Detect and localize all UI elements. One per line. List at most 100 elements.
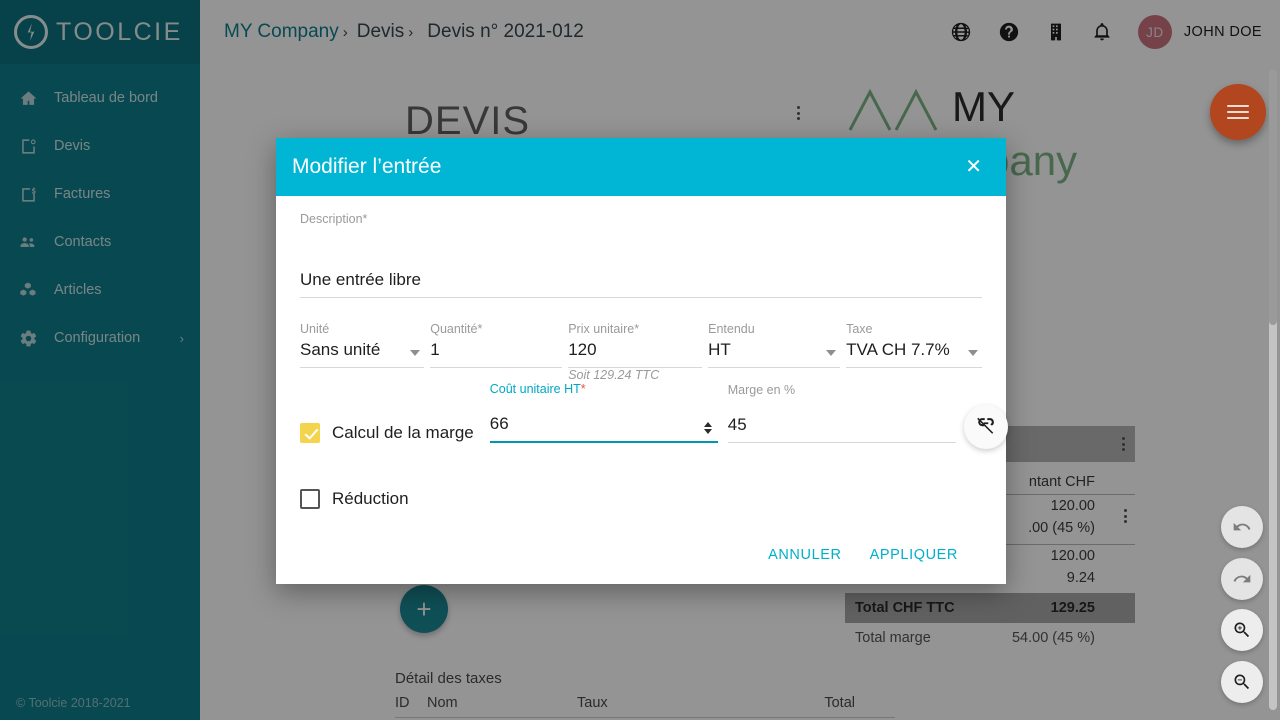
hamburger-menu-icon [1227, 101, 1249, 123]
page-scrollbar[interactable] [1269, 70, 1277, 710]
breadcrumb-item-devis[interactable]: Devis [357, 21, 405, 43]
unlink-margin-button[interactable] [964, 405, 1008, 449]
chevron-right-icon: › [342, 23, 348, 41]
undo-button[interactable] [1221, 506, 1263, 548]
link-off-icon [975, 414, 997, 441]
reduction-row: Réduction [300, 489, 982, 509]
calcul-marge-checkbox[interactable] [300, 423, 320, 443]
taxes-col-nom: Nom [427, 695, 458, 711]
dialog-actions: ANNULER APPLIQUER [300, 523, 982, 563]
sidebar-item-label: Contacts [54, 234, 112, 250]
apply-button[interactable]: APPLIQUER [870, 547, 958, 563]
kebab-icon[interactable] [1124, 509, 1127, 523]
description-label-text: Description [300, 212, 363, 226]
company-word-my: MY [952, 83, 1015, 130]
zoom-out-button[interactable] [1221, 661, 1263, 703]
prix-unitaire-label-text: Prix unitaire [568, 322, 635, 336]
cout-unitaire-label-text: Coût unitaire HT [489, 382, 581, 396]
cout-unitaire-label: Coût unitaire HT* [490, 382, 586, 396]
people-icon [16, 230, 40, 254]
calcul-marge-label: Calcul de la marge [332, 423, 474, 442]
home-icon [16, 86, 40, 110]
quantite-input[interactable] [430, 336, 563, 368]
marge-pourcent-field-group: Marge en % [727, 383, 956, 443]
invoice-dollar-icon [16, 182, 40, 206]
ttc-hint: Soit 129.24 TTC [568, 368, 660, 382]
scrollbar-thumb[interactable] [1269, 70, 1277, 325]
sidebar-item-label: Tableau de bord [54, 90, 158, 106]
marge-pourcent-label: Marge en % [727, 383, 796, 397]
sidebar-item-contacts[interactable]: Contacts [0, 218, 200, 266]
description-input[interactable] [300, 266, 982, 298]
reduction-checkbox[interactable] [300, 489, 320, 509]
quote-document-icon [16, 134, 40, 158]
sidebar-item-factures[interactable]: Factures [0, 170, 200, 218]
breadcrumb-item-company[interactable]: MY Company [224, 21, 339, 43]
cubes-icon [16, 278, 40, 302]
right-action-rail [1200, 0, 1280, 720]
required-mark: * [362, 212, 368, 226]
close-icon[interactable]: ✕ [965, 157, 982, 177]
taxe-select[interactable] [846, 336, 982, 368]
toolcie-logo-icon [14, 15, 48, 49]
totals-margin-value: 54.00 (45 %) [1011, 630, 1095, 646]
bell-icon[interactable] [1092, 21, 1112, 43]
kebab-icon [797, 106, 800, 120]
gear-icon [16, 326, 40, 350]
globe-icon[interactable] [950, 21, 972, 43]
chevron-down-icon[interactable] [826, 350, 837, 356]
required-mark: * [634, 322, 640, 336]
redo-button[interactable] [1221, 558, 1263, 600]
marge-pourcent-input[interactable] [727, 411, 956, 443]
sidebar-item-label: Factures [54, 186, 111, 202]
sidebar-item-articles[interactable]: Articles [0, 266, 200, 314]
totals-margin-label: Total marge [855, 630, 931, 646]
sidebar-item-tableau-de-bord[interactable]: Tableau de bord [0, 74, 200, 122]
taxes-col-id: ID [395, 695, 410, 711]
floating-menu-button[interactable] [1210, 84, 1266, 140]
document-menu-button[interactable] [797, 106, 800, 120]
dialog-body: Description* Unité Quantité* [276, 196, 1008, 584]
sidebar-item-label: Configuration [54, 330, 141, 346]
description-field-group: Description* [300, 212, 982, 298]
zoom-out-icon [1232, 672, 1252, 692]
zoom-in-button[interactable] [1221, 609, 1263, 651]
number-spinner[interactable] [703, 422, 712, 434]
dialog-header: Modifier l’entrée ✕ [276, 138, 1006, 196]
chevron-right-icon: › [408, 23, 414, 41]
entry-fields-row: Unité Quantité* Prix unitaire* [300, 322, 982, 382]
reduction-label: Réduction [332, 489, 409, 508]
help-circle-icon[interactable] [998, 21, 1020, 43]
sidebar-footer-copyright: © Toolcie 2018-2021 [16, 696, 131, 710]
quantite-label-text: Quantité [430, 322, 478, 336]
required-mark: * [580, 382, 586, 396]
breadcrumb-item-current: Devis n° 2021-012 [427, 21, 584, 42]
add-line-button[interactable]: + [400, 585, 448, 633]
sidebar: TOOLCIE Tableau de bord Devis Factures C… [0, 0, 200, 720]
required-mark: * [477, 322, 483, 336]
sidebar-item-devis[interactable]: Devis [0, 122, 200, 170]
chevron-down-icon[interactable] [967, 350, 978, 356]
brand-name: TOOLCIE [56, 17, 183, 46]
kebab-icon[interactable] [1122, 437, 1125, 451]
chevron-right-icon: › [179, 330, 184, 346]
undo-arrow-icon [1232, 517, 1252, 537]
quantite-field-group: Quantité* [430, 322, 563, 368]
unite-select[interactable] [300, 336, 425, 368]
prix-unitaire-input[interactable] [568, 336, 703, 368]
sidebar-item-label: Devis [54, 138, 91, 154]
totals-margin-row: Total marge 54.00 (45 %) [845, 623, 1135, 646]
edit-entry-dialog: Modifier l’entrée ✕ Description* Unité [276, 138, 1008, 584]
entendu-label: Entendu [708, 322, 755, 336]
brand-logo[interactable]: TOOLCIE [0, 0, 200, 64]
app-root: TOOLCIE Tableau de bord Devis Factures C… [0, 0, 1280, 720]
sidebar-item-configuration[interactable]: Configuration › [0, 314, 200, 362]
taxes-col-total: Total [824, 695, 855, 711]
entendu-select[interactable] [708, 336, 841, 368]
cancel-button[interactable]: ANNULER [768, 547, 842, 563]
chevron-down-icon[interactable] [410, 350, 421, 356]
building-icon[interactable] [1046, 21, 1066, 43]
taxes-col-taux: Taux [577, 695, 608, 711]
cout-unitaire-input[interactable] [489, 410, 718, 443]
entendu-field-group: Entendu [708, 322, 841, 368]
